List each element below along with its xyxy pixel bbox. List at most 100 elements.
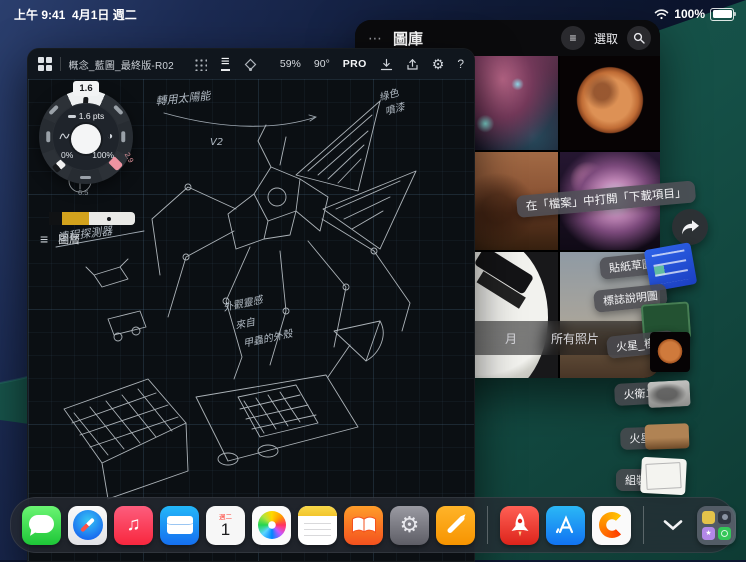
annotation-paint-2: 噴漆 (384, 100, 408, 118)
battery-percent: 100% (674, 7, 705, 21)
document-title: 概念_藍圖_最終版-R02 (68, 60, 174, 72)
notes-line (304, 534, 331, 536)
calendar-weekday: 週二 (219, 513, 232, 521)
pages-app-icon[interactable] (436, 505, 475, 545)
slider-handle-dot[interactable] (107, 216, 111, 221)
notes-line (304, 528, 331, 530)
zoom-level[interactable]: 59% (280, 58, 301, 70)
toolbar-divider (59, 57, 61, 71)
notes-band (298, 505, 337, 516)
opacity-value: 100% (92, 150, 114, 160)
layers-button[interactable]: ≡ 圖層 (40, 231, 80, 247)
envelope-icon (166, 516, 193, 534)
fixed-width-pen-icon[interactable] (121, 131, 126, 143)
app-library-icon[interactable]: ★ (697, 505, 736, 545)
drag-thumb-mars-photo[interactable] (644, 423, 690, 450)
flower-icon (257, 511, 286, 539)
stroke-size-label: 1.6 pts (52, 111, 120, 121)
safari-app-icon[interactable] (68, 505, 107, 545)
drag-thumb-deimos[interactable] (647, 379, 691, 409)
annotation-shell-2: 來自 (234, 316, 257, 332)
app-store-app-icon[interactable] (546, 505, 585, 545)
app-library-tile (702, 510, 715, 524)
filter-icon[interactable]: ≡ (560, 26, 585, 50)
appstore-a-icon (555, 515, 573, 534)
pro-button[interactable]: PRO (343, 58, 367, 70)
tool-wheel[interactable]: 2.9 1.6 pts ◑ 0% 100% (39, 90, 135, 184)
stroke-slider[interactable] (49, 212, 135, 225)
tab-month[interactable]: 月 (505, 330, 517, 347)
wifi-icon (654, 8, 669, 19)
layers-icon: ≡ (40, 231, 49, 247)
app-library-tile (718, 510, 731, 524)
dock: ♫ 週二 1 ⚙ ★ (10, 497, 736, 553)
import-icon[interactable] (380, 58, 393, 71)
calendar-day: 1 (220, 519, 231, 539)
status-bar: 上午 9:41 4月1日 週二 100% (0, 0, 746, 26)
slider-yellow-segment[interactable] (62, 212, 89, 225)
open-book-icon (351, 516, 376, 534)
search-icon[interactable] (627, 26, 651, 50)
rocket-icon (511, 513, 528, 537)
concepts-c-icon (598, 512, 625, 538)
list-icon[interactable]: ≡ (220, 54, 230, 71)
messages-app-icon[interactable] (22, 505, 61, 545)
annotation-paint-1: 綠色 (378, 87, 401, 104)
smoothing-value: 0% (61, 150, 74, 160)
dock-divider (643, 506, 644, 544)
smoothing-icon[interactable] (59, 132, 70, 144)
tool-wheel-hub[interactable]: 1.6 pts ◑ 0% 100% (52, 103, 120, 171)
gallery-title: 圖庫 (393, 30, 424, 48)
notes-line (304, 522, 331, 524)
marker-tool-icon[interactable] (80, 175, 91, 179)
help-button[interactable]: ? (457, 57, 464, 71)
photos-app-icon[interactable] (252, 505, 291, 545)
date: 4月1日 週二 (72, 7, 137, 22)
app-grid-icon[interactable] (38, 57, 52, 71)
lasso-icon[interactable] (244, 58, 257, 71)
tab-all-photos[interactable]: 所有照片 (551, 330, 599, 347)
concepts-toolbar: 概念_藍圖_最終版-R02 ≡ 59% 90° PRO ⚙ ? (28, 49, 474, 80)
slider-dark-segment[interactable] (49, 212, 62, 225)
select-button[interactable]: 選取 (594, 30, 618, 47)
dock-divider (487, 506, 488, 544)
annotation-shell-1: 外觀靈感 (222, 293, 266, 313)
gear-icon[interactable]: ⚙ (432, 57, 445, 71)
notes-app-icon[interactable] (298, 505, 337, 545)
clock: 上午 9:41 (14, 7, 66, 22)
line-tool-icon[interactable] (46, 131, 51, 143)
books-app-icon[interactable] (344, 505, 383, 545)
annotation-shell-3: 甲蟲的外殼 (242, 328, 294, 350)
drag-thumb-mars-model[interactable] (650, 332, 690, 372)
app-library-tile: ★ (702, 526, 715, 540)
settings-app-icon[interactable]: ⚙ (390, 505, 429, 545)
battery-icon (710, 7, 736, 21)
music-app-icon[interactable]: ♫ (114, 505, 153, 545)
mail-app-icon[interactable] (160, 505, 199, 545)
chevron-down-icon[interactable] (658, 519, 688, 531)
concepts-app-icon[interactable] (592, 505, 631, 545)
export-icon[interactable] (406, 58, 419, 71)
status-left: 上午 9:41 4月1日 週二 (14, 6, 137, 23)
annotation-solar: 轉用太陽能 (155, 89, 213, 108)
photo-mars-globe[interactable] (559, 56, 660, 150)
window-controls-icon[interactable]: ⋯ (368, 30, 383, 47)
annotation-version: V2 (210, 137, 223, 148)
speech-bubble-icon (29, 514, 54, 533)
brush-size-badge: 1.6 (73, 81, 99, 96)
layers-label: 圖層 (58, 234, 81, 246)
opacity-icon[interactable]: ◑ (107, 132, 113, 142)
concepts-window: 概念_藍圖_最終版-R02 ≡ 59% 90° PRO ⚙ ? 轉用太陽能 綠色… (27, 48, 475, 562)
status-right: 100% (654, 7, 736, 21)
rotation-value[interactable]: 90° (314, 58, 330, 70)
app-library-tile (718, 526, 731, 540)
marker-size-label: 6.5 (78, 188, 89, 197)
dot-grid-icon[interactable] (193, 57, 207, 71)
drawing-canvas[interactable]: 轉用太陽能 綠色 噴漆 V2 遠程探測器 外觀靈感 來自 甲蟲的外殼 1.6 2… (28, 79, 474, 561)
rocket-app-icon[interactable] (500, 505, 539, 545)
pen-icon (446, 514, 466, 534)
share-forward-icon[interactable] (672, 209, 708, 245)
drag-thumb-assembly-sketch[interactable] (640, 456, 687, 496)
slider-light-segment[interactable] (89, 212, 135, 225)
calendar-app-icon[interactable]: 週二 1 (206, 505, 245, 545)
